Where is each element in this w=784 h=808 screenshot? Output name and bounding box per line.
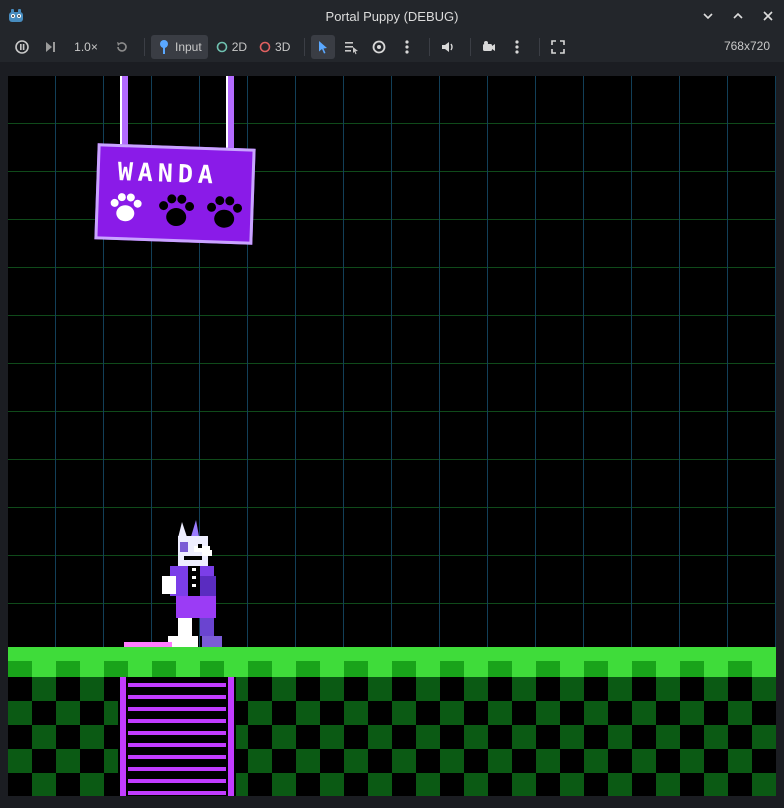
circle-2d-icon	[216, 41, 228, 53]
name-sign: WANDA	[94, 143, 256, 245]
visibility-button[interactable]	[367, 35, 391, 59]
ladder-rung	[128, 683, 226, 687]
visibility-icon	[372, 40, 386, 54]
vertical-dots-icon	[515, 40, 519, 54]
window-controls	[700, 6, 776, 26]
mode-3d-button[interactable]: 3D	[255, 35, 294, 59]
next-frame-button[interactable]	[38, 35, 62, 59]
ladder-rung	[128, 695, 226, 699]
toolbar-separator	[539, 38, 541, 56]
ground-strip	[8, 661, 776, 677]
camera-icon	[483, 41, 496, 51]
chevron-down-icon[interactable]	[700, 6, 716, 26]
mode-2d-label: 2D	[231, 40, 248, 54]
ladder-rung	[128, 743, 226, 747]
ladder-rung	[128, 779, 226, 783]
audio-button[interactable]	[436, 35, 460, 59]
list-select-icon	[345, 42, 359, 55]
select-button[interactable]	[311, 35, 336, 59]
input-label: Input	[175, 40, 202, 54]
game-canvas[interactable]: WANDA	[8, 76, 776, 796]
ladder-rail-left	[120, 677, 126, 796]
vertical-dots-icon	[405, 40, 409, 54]
speaker-icon	[442, 42, 454, 52]
ladder-rung	[128, 767, 226, 771]
godot-icon	[9, 9, 23, 22]
ladder-rail-right	[228, 677, 234, 796]
list-select-button[interactable]	[339, 35, 363, 59]
camera-options-button[interactable]	[505, 35, 529, 59]
ladder	[118, 677, 236, 796]
pause-play-icon	[15, 40, 29, 54]
suspend-button[interactable]	[10, 35, 34, 59]
puppy-character	[162, 520, 222, 648]
reset-speed-button[interactable]	[110, 35, 134, 59]
ladder-rung	[128, 731, 226, 735]
sign-rope-right	[226, 76, 234, 148]
ladder-rung	[128, 707, 226, 711]
reset-speed-icon	[117, 42, 127, 52]
toolbar-separator	[470, 38, 472, 56]
toolbar-separator	[429, 38, 431, 56]
paw-icon	[110, 193, 142, 222]
title-bar: Portal Puppy (DEBUG)	[0, 0, 784, 32]
step-frame-icon	[46, 42, 55, 52]
circle-3d-icon	[259, 41, 271, 53]
toolbar-separator	[144, 38, 145, 56]
camera-button[interactable]	[477, 35, 501, 59]
input-joystick-icon	[160, 40, 168, 54]
ladder-rung	[128, 719, 226, 723]
more-options-button[interactable]	[395, 35, 419, 59]
sign-rope-left	[120, 76, 128, 148]
resolution-label: 768x720	[723, 39, 770, 53]
paw-icon	[159, 194, 195, 227]
close-icon[interactable]	[760, 6, 776, 26]
window-title: Portal Puppy (DEBUG)	[325, 8, 459, 24]
ladder-rung	[128, 755, 226, 759]
fullscreen-icon	[551, 40, 566, 54]
chevron-up-icon[interactable]	[730, 6, 746, 26]
mode-2d-button[interactable]: 2D	[212, 35, 251, 59]
ground-top	[8, 647, 776, 661]
speed-label[interactable]: 1.0×	[66, 35, 106, 59]
fullscreen-button[interactable]	[546, 35, 570, 59]
debug-toolbar: 1.0× Input 2D 3D	[0, 32, 784, 62]
select-cursor-icon	[319, 41, 328, 54]
paw-icon	[207, 196, 243, 228]
input-toggle-button[interactable]: Input	[151, 35, 208, 59]
sign-name-text: WANDA	[117, 156, 219, 190]
mode-3d-label: 3D	[275, 40, 291, 54]
ladder-rung	[128, 791, 226, 795]
toolbar-separator	[304, 38, 306, 56]
game-viewport: WANDA	[0, 62, 784, 808]
